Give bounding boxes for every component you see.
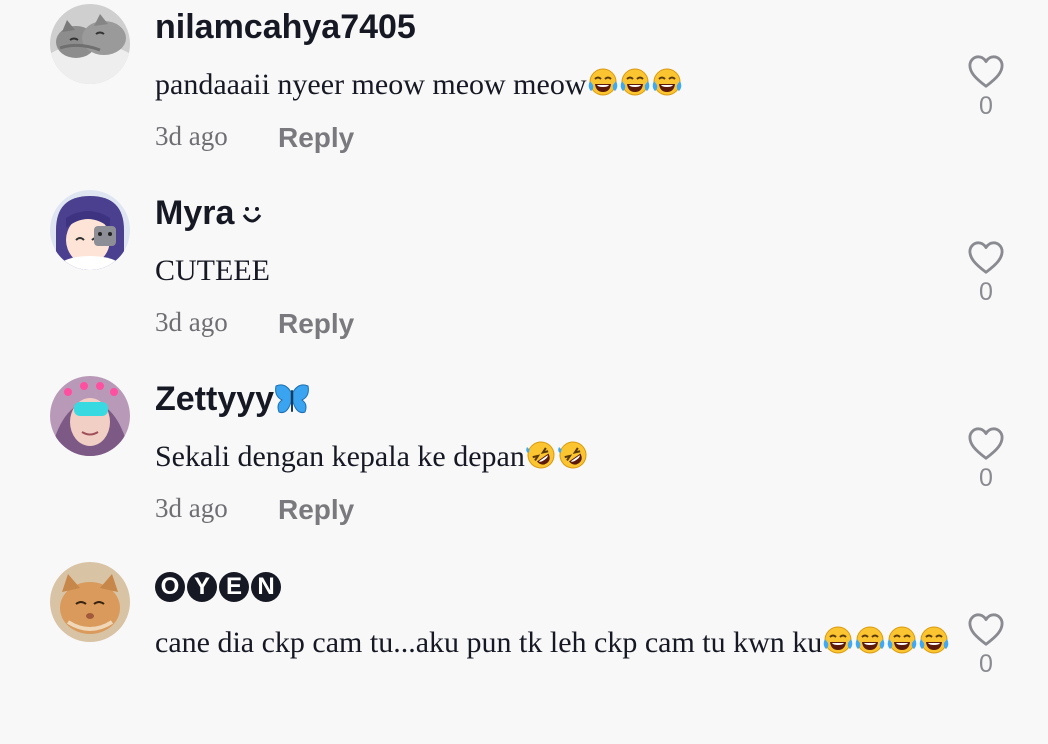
username-letter: O [155,572,185,603]
comment-text-content: pandaaaii nyeer meow meow meow [155,68,587,101]
comment-meta: 3d ago Reply [155,302,354,342]
comment-item: Zettyyy Sekali dengan kepala ke depan 3d… [0,372,1048,558]
comment-item: Myra CUTEEE 3d ago Reply 0 [0,186,1048,372]
comment-username[interactable]: nilamcahya7405 [155,7,416,47]
comment-time: 3d ago [155,493,228,523]
comment-text-content: cane dia ckp cam tu...aku pun tk leh ckp… [155,626,823,659]
heart-outline-icon[interactable] [967,612,1005,648]
comment-text: Sekali dengan kepala ke depan [155,436,955,478]
avatar[interactable] [50,376,130,456]
comment-username[interactable]: Zettyyy [155,379,310,419]
avatar[interactable] [50,4,130,84]
username-letter: N [251,572,281,603]
comment-time: 3d ago [155,121,228,151]
like-control: 0 [965,426,1007,493]
avatar[interactable] [50,562,130,642]
smile-icon [243,207,262,223]
like-control: 0 [965,54,1007,121]
joy-emoji [854,625,886,657]
avatar[interactable] [50,190,130,270]
comment-username[interactable]: Myra [155,193,264,233]
butterfly-emoji [275,384,309,414]
like-count: 0 [979,92,993,120]
comment-item: OYEN cane dia ckp cam tu...aku pun tk le… [0,558,1048,744]
comment-text: CUTEEE [155,254,270,287]
comment-username-text: Myra [155,194,235,232]
reply-button[interactable]: Reply [278,118,354,158]
comment-meta: 3d ago Reply [155,116,354,156]
joy-emoji [587,67,619,99]
like-count: 0 [979,278,993,306]
like-count: 0 [979,464,993,492]
joy-emoji [886,625,918,657]
heart-outline-icon[interactable] [967,240,1005,276]
like-count: 0 [979,650,993,678]
joy-emoji [651,67,683,99]
heart-outline-icon[interactable] [967,54,1005,90]
comment-username-text: Zettyyy [155,380,275,418]
rofl-emoji [525,439,557,471]
comment-time: 3d ago [155,307,228,337]
comment-meta: 3d ago Reply [155,488,354,528]
reply-button[interactable]: Reply [278,490,354,530]
reply-button[interactable]: Reply [278,304,354,344]
comment-text-content: Sekali dengan kepala ke depan [155,440,525,473]
like-control: 0 [965,612,1007,679]
comment-text: cane dia ckp cam tu...aku pun tk leh ckp… [155,622,955,664]
joy-emoji [822,625,854,657]
like-control: 0 [965,240,1007,307]
comment-text: pandaaaii nyeer meow meow meow [155,64,955,106]
comment-username[interactable]: OYEN [155,565,283,605]
joy-emoji [918,625,950,657]
username-letter: E [219,572,249,603]
comment-item: nilamcahya7405 pandaaaii nyeer meow meow… [0,0,1048,186]
username-letter: Y [187,572,217,603]
heart-outline-icon[interactable] [967,426,1005,462]
rofl-emoji [557,439,589,471]
joy-emoji [619,67,651,99]
